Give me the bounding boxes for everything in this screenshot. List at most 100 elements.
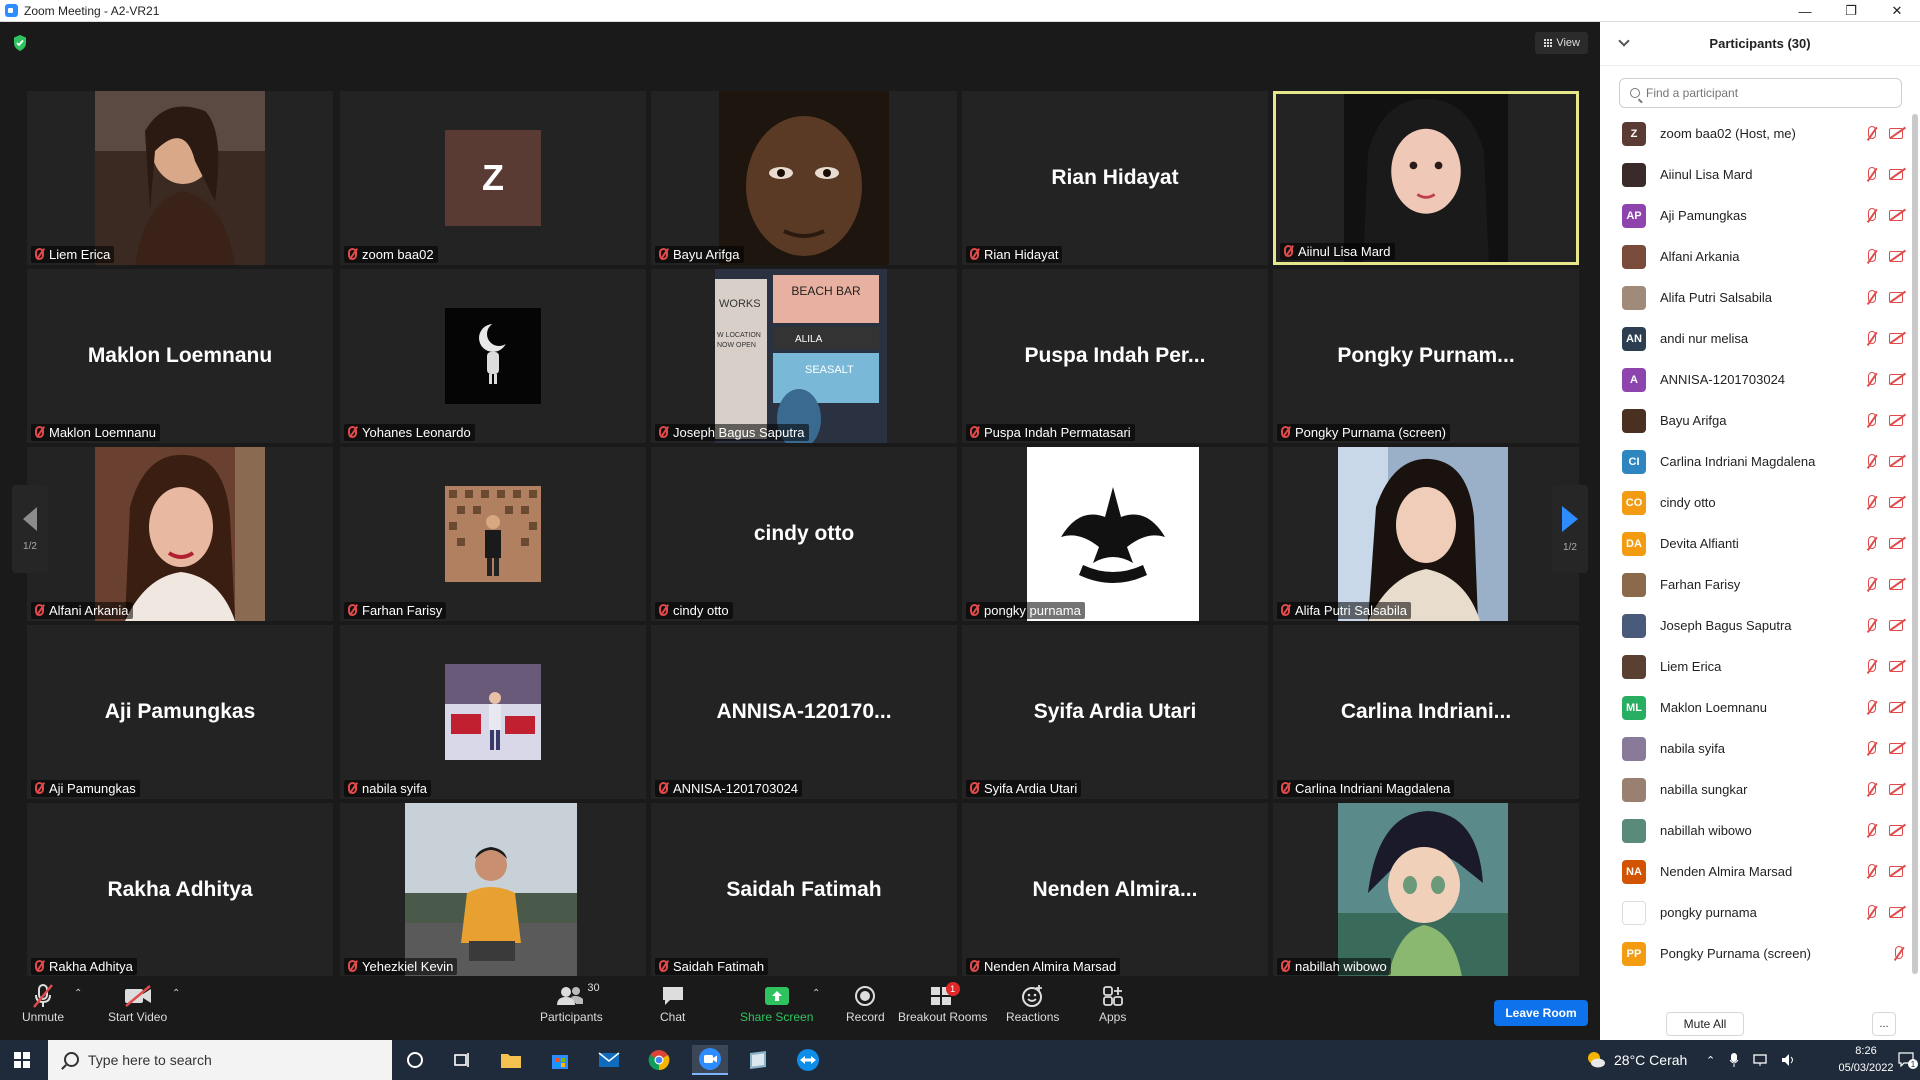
participant-row[interactable]: Joseph Bagus Saputra [1600,605,1910,646]
notification-center-button[interactable]: 1 [1898,1051,1918,1069]
participant-row[interactable]: Liem Erica [1600,646,1910,687]
microphone-muted-icon [1865,454,1879,470]
participant-row[interactable]: AP Aji Pamungkas [1600,195,1910,236]
video-tile[interactable]: nabillah wibowo [1273,803,1579,977]
participant-search-input[interactable] [1646,86,1886,100]
more-options-button[interactable]: ... [1872,1012,1896,1036]
participants-button[interactable]: 30 Participants [540,982,603,1024]
task-view-icon[interactable] [447,1045,477,1075]
video-tile[interactable]: Alifa Putri Salsabila [1273,447,1579,621]
participant-status-icons [1865,413,1906,429]
volume-icon[interactable] [1781,1053,1797,1067]
participant-status-icons [1865,495,1906,511]
next-page-button[interactable]: 1/2 [1552,485,1588,573]
video-tile[interactable]: Maklon Loemnanu Maklon Loemnanu [27,269,333,443]
video-tile[interactable]: Saidah Fatimah Saidah Fatimah [651,803,957,977]
encryption-shield-icon[interactable] [12,34,28,52]
video-tile[interactable]: Z zoom baa02 [340,91,646,265]
participant-row[interactable]: DA Devita Alfianti [1600,523,1910,564]
reactions-button[interactable]: Reactions [1006,982,1059,1024]
participant-row[interactable]: Farhan Farisy [1600,564,1910,605]
participant-row[interactable]: Aiinul Lisa Mard [1600,154,1910,195]
chrome-icon[interactable] [644,1045,674,1075]
network-icon[interactable] [1753,1053,1767,1067]
participant-row[interactable]: nabilla sungkar [1600,769,1910,810]
participant-video [95,447,265,621]
video-tile[interactable]: Liem Erica [27,91,333,265]
apps-button[interactable]: Apps [1099,982,1126,1024]
video-tile[interactable]: BEACH BAR ALILA SEASALT WORKS W LOCATION… [651,269,957,443]
close-button[interactable]: ✕ [1874,0,1920,22]
cortana-icon[interactable] [400,1045,430,1075]
participant-list-scrollbar[interactable] [1912,114,1918,974]
share-options-caret-icon[interactable]: ⌃ [812,988,820,999]
participant-row[interactable]: Alfani Arkania [1600,236,1910,277]
video-tile[interactable]: nabila syifa [340,625,646,799]
participant-photo-avatar [1622,408,1646,433]
video-tile[interactable]: Alfani Arkania [27,447,333,621]
file-explorer-icon[interactable] [496,1045,526,1075]
windows-start-button[interactable] [14,1052,30,1068]
participant-name: nabilla sungkar [1660,782,1748,797]
audio-options-caret-icon[interactable]: ⌃ [74,988,82,999]
video-tile[interactable]: pongky purnama [962,447,1268,621]
participant-video [95,91,265,265]
video-tile[interactable]: Yohanes Leonardo [340,269,646,443]
microsoft-store-icon[interactable] [545,1045,575,1075]
mail-icon[interactable] [594,1045,624,1075]
video-tile[interactable]: Rakha Adhitya Rakha Adhitya [27,803,333,977]
leave-room-button[interactable]: Leave Room [1494,1000,1588,1026]
video-tile[interactable]: ANNISA-120170... ANNISA-1201703024 [651,625,957,799]
video-tile[interactable]: Rian Hidayat Rian Hidayat [962,91,1268,265]
participant-row[interactable]: A ANNISA-1201703024 [1600,359,1910,400]
participant-row[interactable]: CO cindy otto [1600,482,1910,523]
participant-row[interactable]: nabillah wibowo [1600,810,1910,851]
participant-row[interactable]: AN andi nur melisa [1600,318,1910,359]
video-tile[interactable]: Aji Pamungkas Aji Pamungkas [27,625,333,799]
video-tile[interactable]: Bayu Arifga [651,91,957,265]
participant-row[interactable]: Alifa Putri Salsabila [1600,277,1910,318]
video-tile[interactable]: cindy otto cindy otto [651,447,957,621]
video-off-icon [1889,659,1906,673]
unmute-button[interactable]: Unmute [22,982,64,1024]
participant-search-box[interactable] [1619,78,1902,108]
video-tile[interactable]: Carlina Indriani... Carlina Indriani Mag… [1273,625,1579,799]
participant-row[interactable]: Bayu Arifga [1600,400,1910,441]
record-button[interactable]: Record [846,982,885,1024]
participant-row[interactable]: PP Pongky Purnama (screen) [1600,933,1910,974]
taskbar-search-box[interactable]: Type here to search [48,1040,392,1080]
participant-row[interactable]: CI Carlina Indriani Magdalena [1600,441,1910,482]
video-options-caret-icon[interactable]: ⌃ [172,988,180,999]
participant-row[interactable]: Zzoom baa02 (Host, me) [1600,113,1910,154]
share-screen-button[interactable]: Share Screen [740,982,813,1024]
video-tile[interactable]: Puspa Indah Per... Puspa Indah Permatasa… [962,269,1268,443]
weather-widget[interactable]: 28°C Cerah [1586,1040,1687,1080]
video-tile-active-speaker[interactable]: Aiinul Lisa Mard [1273,91,1579,265]
tray-expand-caret-icon[interactable]: ⌃ [1706,1054,1715,1067]
participant-row[interactable]: pongky purnama [1600,892,1910,933]
start-video-button[interactable]: Start Video [108,982,167,1024]
mute-all-button[interactable]: Mute All [1666,1012,1744,1036]
participant-name-label: Farhan Farisy [344,602,447,619]
tray-microphone-icon[interactable] [1729,1052,1739,1068]
notes-app-icon[interactable] [743,1045,773,1075]
teamviewer-icon[interactable] [793,1045,823,1075]
participant-row[interactable]: ML Maklon Loemnanu [1600,687,1910,728]
participant-row[interactable]: NA Nenden Almira Marsad [1600,851,1910,892]
participant-row[interactable]: nabila syifa [1600,728,1910,769]
participant-display-name: Pongky Purnam... [1337,344,1515,367]
collapse-chevron-icon[interactable] [1618,35,1630,47]
breakout-rooms-button[interactable]: 1 Breakout Rooms [898,982,987,1024]
video-tile[interactable]: Nenden Almira... Nenden Almira Marsad [962,803,1268,977]
restore-button[interactable]: ❐ [1828,0,1874,22]
minimize-button[interactable]: — [1782,0,1828,22]
chat-button[interactable]: Chat [660,982,685,1024]
video-tile[interactable]: Farhan Farisy [340,447,646,621]
previous-page-button[interactable]: 1/2 [12,485,48,573]
taskbar-clock[interactable]: 8:26 05/03/2022 [1836,1043,1896,1077]
video-tile[interactable]: Yehezkiel Kevin [340,803,646,977]
zoom-taskbar-icon[interactable] [692,1045,728,1075]
video-tile[interactable]: Pongky Purnam... Pongky Purnama (screen) [1273,269,1579,443]
video-tile[interactable]: Syifa Ardia Utari Syifa Ardia Utari [962,625,1268,799]
view-button[interactable]: View [1535,32,1588,54]
